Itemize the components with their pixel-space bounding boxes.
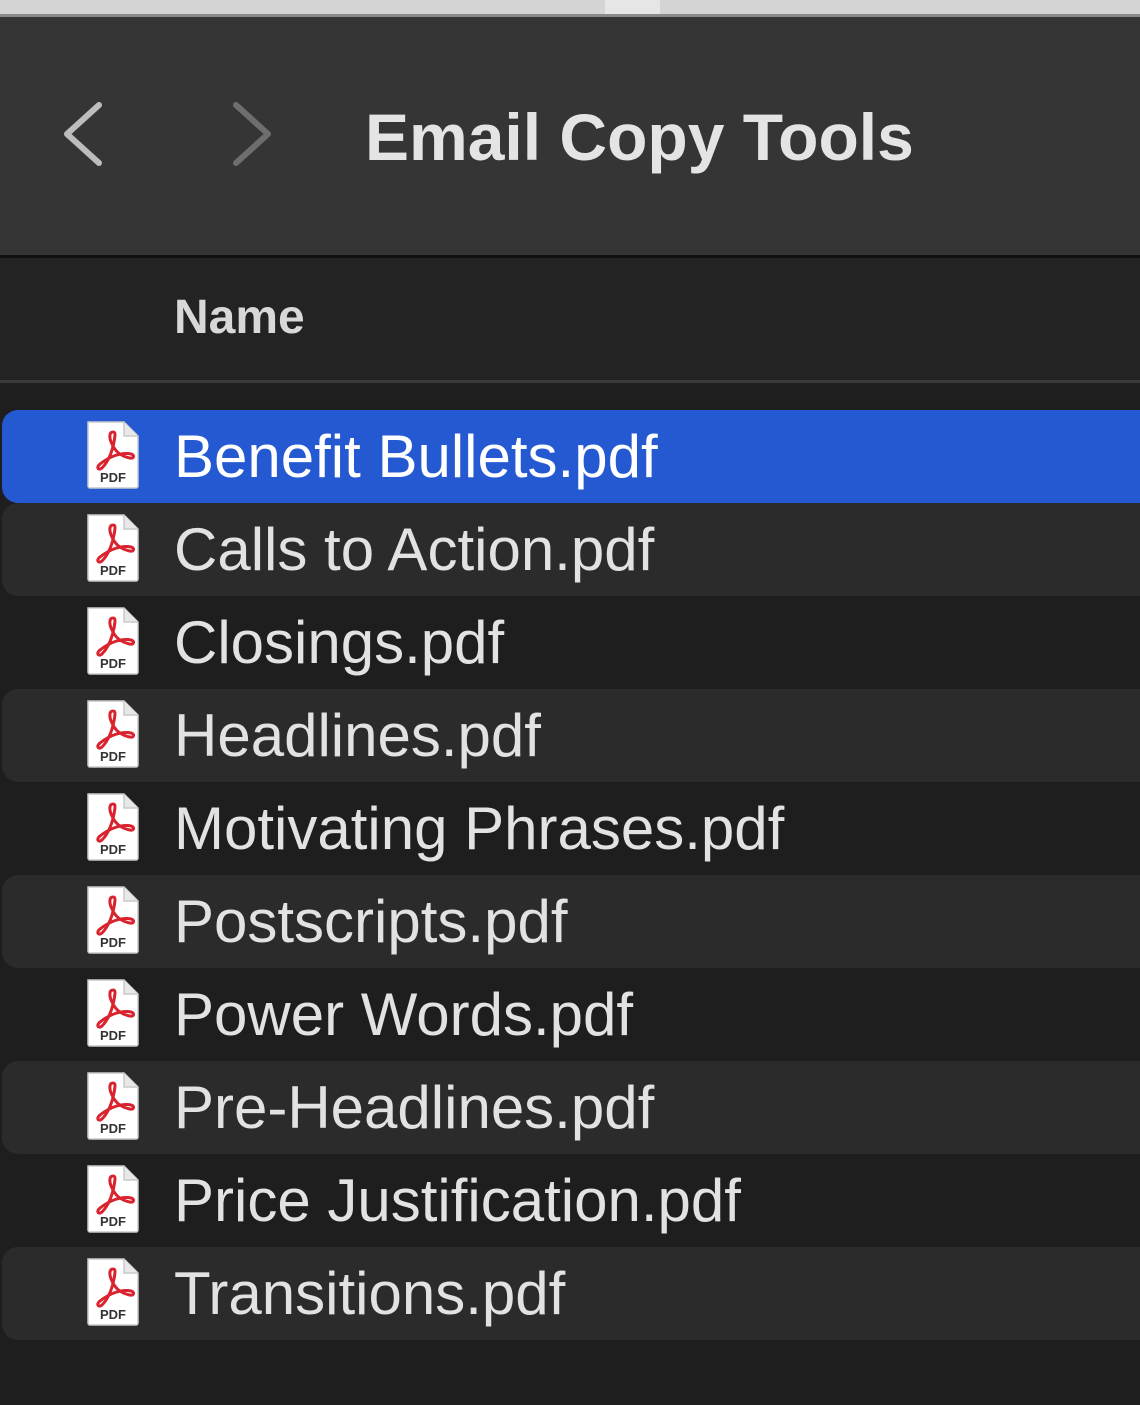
pdf-badge-text: PDF (100, 749, 126, 764)
file-name: Price Justification.pdf (174, 1167, 741, 1234)
toolbar: Email Copy Tools (0, 17, 1140, 258)
file-name: Headlines.pdf (174, 702, 541, 769)
pdf-badge-text: PDF (100, 1121, 126, 1136)
pdf-file-icon: PDF (84, 420, 142, 490)
list-header: Name (0, 258, 1140, 383)
file-row[interactable]: PDF Postscripts.pdf (2, 875, 1140, 968)
file-name: Closings.pdf (174, 609, 505, 676)
chevron-right-icon (222, 97, 282, 172)
file-name: Benefit Bullets.pdf (174, 423, 658, 490)
back-button[interactable] (55, 97, 115, 172)
pdf-badge-text: PDF (100, 563, 126, 578)
file-row[interactable]: PDF Headlines.pdf (2, 689, 1140, 782)
file-row[interactable]: PDF Transitions.pdf (2, 1247, 1140, 1340)
file-name: Transitions.pdf (174, 1260, 566, 1327)
file-row[interactable]: PDF Pre-Headlines.pdf (2, 1061, 1140, 1154)
pdf-badge-text: PDF (100, 935, 126, 950)
pdf-badge-text: PDF (100, 1028, 126, 1043)
pdf-file-icon: PDF (84, 1257, 142, 1327)
pdf-file-icon: PDF (84, 513, 142, 583)
forward-button[interactable] (222, 97, 282, 172)
file-name: Calls to Action.pdf (174, 516, 655, 583)
file-row[interactable]: PDF Closings.pdf (2, 596, 1140, 689)
pdf-file-icon: PDF (84, 1071, 142, 1141)
pdf-badge-text: PDF (100, 1307, 126, 1322)
pdf-file-icon: PDF (84, 606, 142, 676)
top-edge-segment (605, 0, 660, 14)
pdf-file-icon: PDF (84, 885, 142, 955)
pdf-badge-text: PDF (100, 842, 126, 857)
file-row[interactable]: PDF Calls to Action.pdf (2, 503, 1140, 596)
pdf-badge-text: PDF (100, 1214, 126, 1229)
pdf-file-icon: PDF (84, 792, 142, 862)
file-name: Motivating Phrases.pdf (174, 795, 785, 862)
file-row[interactable]: PDF Motivating Phrases.pdf (2, 782, 1140, 875)
column-header-name[interactable]: Name (174, 288, 305, 348)
file-name: Power Words.pdf (174, 981, 634, 1048)
pdf-badge-text: PDF (100, 656, 126, 671)
finder-window: Email Copy Tools Name PDF Benefit Bullets… (0, 0, 1140, 1405)
chevron-left-icon (55, 97, 115, 172)
file-name: Postscripts.pdf (174, 888, 568, 955)
pdf-file-icon: PDF (84, 1164, 142, 1234)
file-row[interactable]: PDF Price Justification.pdf (2, 1154, 1140, 1247)
file-list: PDF Benefit Bullets.pdf PDF Calls to Action… (0, 410, 1140, 1340)
file-row[interactable]: PDF Power Words.pdf (2, 968, 1140, 1061)
file-name: Pre-Headlines.pdf (174, 1074, 655, 1141)
pdf-badge-text: PDF (100, 470, 126, 485)
file-row[interactable]: PDF Benefit Bullets.pdf (2, 410, 1140, 503)
window-top-edge (0, 0, 1140, 17)
pdf-file-icon: PDF (84, 978, 142, 1048)
window-title: Email Copy Tools (365, 100, 914, 174)
pdf-file-icon: PDF (84, 699, 142, 769)
